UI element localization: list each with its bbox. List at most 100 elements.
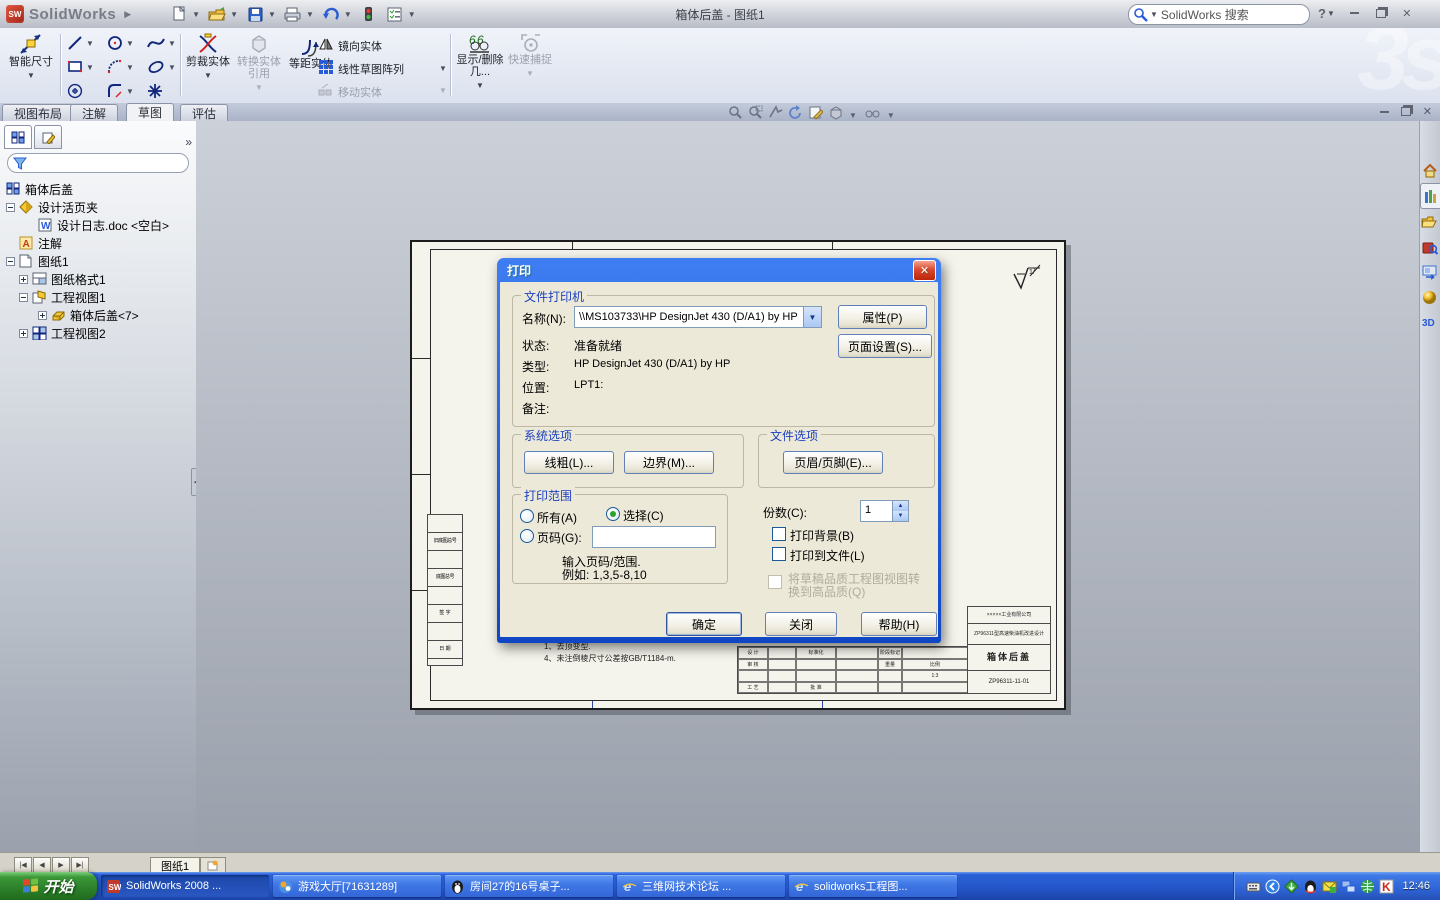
taskbar-button-forum[interactable]: e 三维网技术论坛 ... xyxy=(617,875,785,897)
smart-dimension-button[interactable]: 智能尺寸 ▼ xyxy=(6,32,56,82)
tree-item-design-binder[interactable]: 设计活页夹 xyxy=(6,198,196,216)
spin-up-icon[interactable]: ▲ xyxy=(893,501,908,511)
expand-box[interactable] xyxy=(19,274,28,284)
tree-item-sheet-format1[interactable]: 图纸格式1 xyxy=(6,270,196,288)
polygon-tool[interactable] xyxy=(66,82,84,100)
fillet-tool[interactable]: ▼ xyxy=(106,82,137,100)
prev-sheet-button[interactable]: ◀ xyxy=(33,857,51,873)
help-button[interactable]: ? xyxy=(1318,6,1326,21)
solidworks-resources-tab[interactable] xyxy=(1420,158,1439,182)
file-explorer-tab[interactable] xyxy=(1420,210,1439,234)
tree-item-design-journal[interactable]: W 设计日志.doc <空白> xyxy=(6,216,196,234)
tree-item-sheet1[interactable]: 图纸1 xyxy=(6,252,196,270)
print-dialog-titlebar[interactable]: 打印 ✕ xyxy=(500,258,938,282)
search-input[interactable]: ▼ SolidWorks 搜索 xyxy=(1128,4,1310,25)
help-dialog-button[interactable]: 帮助(H) xyxy=(861,612,937,636)
expand-box[interactable] xyxy=(19,328,28,338)
print-to-file-checkbox[interactable] xyxy=(772,547,786,561)
save-caret-icon[interactable]: ▼ xyxy=(268,10,276,19)
surface-finish-symbol[interactable]: 1/ xyxy=(1010,264,1044,294)
radio-selection[interactable] xyxy=(606,507,620,521)
taskbar-button-game-room[interactable]: 房间27的16号桌子... xyxy=(445,875,613,897)
copies-spinner[interactable]: 1 ▲ ▼ xyxy=(860,500,909,522)
collapse-box[interactable] xyxy=(6,256,15,266)
help-caret-icon[interactable]: ▼ xyxy=(1327,9,1335,18)
radio-pages-label[interactable]: 页码(G): xyxy=(537,529,582,546)
feature-tree-tab[interactable] xyxy=(4,125,32,149)
options-caret-icon[interactable]: ▼ xyxy=(408,10,416,19)
language-tray-icon[interactable] xyxy=(1265,879,1280,894)
selection-filter-toggle-icon[interactable] xyxy=(357,3,381,25)
arc-tool[interactable]: ▼ xyxy=(106,58,137,76)
print-caret-icon[interactable]: ▼ xyxy=(306,10,314,19)
mail-tray-icon[interactable] xyxy=(1322,879,1337,894)
radio-all[interactable] xyxy=(520,509,534,523)
line-weights-button[interactable]: 线粗(L)... xyxy=(524,451,614,474)
tab-annotation[interactable]: 注解 xyxy=(70,104,119,121)
margins-button[interactable]: 边界(M)... xyxy=(624,451,714,474)
linear-sketch-pattern-button[interactable]: 线性草图阵列 xyxy=(318,59,404,78)
update-tray-icon[interactable] xyxy=(1284,878,1300,894)
point-tool[interactable] xyxy=(146,82,164,100)
mirror-entities-button[interactable]: 镜向实体 xyxy=(318,36,382,55)
tab-evaluate[interactable]: 评估 xyxy=(180,104,229,121)
radio-all-label[interactable]: 所有(A) xyxy=(537,509,577,526)
spline-tool[interactable]: ▼ xyxy=(146,34,179,52)
keyboard-tray-icon[interactable] xyxy=(1246,879,1261,894)
taskbar-clock[interactable]: 12:46 xyxy=(1402,880,1430,892)
page-range-input[interactable] xyxy=(592,526,716,548)
view-palette-tab[interactable] xyxy=(1420,260,1439,284)
last-sheet-button[interactable]: ▶| xyxy=(71,857,89,873)
printer-name-combobox[interactable]: \\MS103733\HP DesignJet 430 (D/A1) by HP xyxy=(574,306,822,328)
print-to-file-label[interactable]: 打印到文件(L) xyxy=(790,547,865,564)
add-sheet-tab[interactable] xyxy=(200,857,227,873)
spin-down-icon[interactable]: ▼ xyxy=(893,511,908,521)
start-button[interactable]: 开始 xyxy=(0,872,97,900)
radio-selection-label[interactable]: 选择(C) xyxy=(623,507,664,524)
globe-tray-icon[interactable] xyxy=(1360,879,1375,894)
collapse-box[interactable] xyxy=(6,202,15,212)
next-sheet-button[interactable]: ▶ xyxy=(52,857,70,873)
header-footer-button[interactable]: 页眉/页脚(E)... xyxy=(783,451,883,474)
print-background-label[interactable]: 打印背景(B) xyxy=(790,527,854,544)
tree-item-part-ref[interactable]: 箱体后盖<7> xyxy=(6,306,196,324)
panel-expand-chevron-icon[interactable]: » xyxy=(185,135,192,149)
properties-button[interactable]: 属性(P) xyxy=(838,305,927,329)
new-caret-icon[interactable]: ▼ xyxy=(192,10,200,19)
display-style-caret-icon[interactable]: ▼ xyxy=(849,111,857,120)
options-button[interactable] xyxy=(383,3,407,25)
taskbar-button-solidworks[interactable]: SW SolidWorks 2008 ... xyxy=(101,875,269,897)
radio-pages[interactable] xyxy=(520,529,534,543)
close-dialog-button[interactable]: 关闭 xyxy=(765,612,837,636)
appearances-tab[interactable] xyxy=(1420,285,1439,309)
print-button[interactable] xyxy=(281,3,305,25)
qq-tray-icon[interactable] xyxy=(1303,879,1318,894)
tree-filter-input[interactable] xyxy=(7,153,189,173)
antivirus-tray-icon[interactable]: K xyxy=(1379,879,1394,894)
rectangle-tool[interactable]: ▼ xyxy=(66,58,97,76)
restore-button[interactable] xyxy=(1372,5,1390,21)
combo-dropdown-icon[interactable] xyxy=(803,307,821,327)
menu-expand-arrow-icon[interactable]: ▶ xyxy=(124,9,131,20)
tab-sketch[interactable]: 草图 xyxy=(126,103,175,121)
tree-root[interactable]: 箱体后盖 xyxy=(6,180,196,198)
display-delete-relations-button[interactable]: 66 显示/删除几... ▼ xyxy=(455,32,505,92)
search-tab[interactable] xyxy=(1420,235,1439,259)
display-delete-caret-icon[interactable]: ▼ xyxy=(476,80,484,92)
trim-caret-icon[interactable]: ▼ xyxy=(204,70,212,82)
taskbar-button-game-hall[interactable]: 游戏大厅[71631289] xyxy=(273,875,441,897)
property-manager-tab[interactable] xyxy=(34,125,62,149)
doc-minimize-button[interactable] xyxy=(1379,110,1389,113)
tab-view-layout[interactable]: 视图布局 xyxy=(2,104,75,121)
3d-content-central-tab[interactable]: 3D xyxy=(1420,310,1439,334)
first-sheet-button[interactable]: |◀ xyxy=(14,857,32,873)
design-library-tab[interactable] xyxy=(1420,183,1440,209)
taskbar-button-solidworks-drawing-page[interactable]: e solidworks工程图... xyxy=(789,875,957,897)
trim-entities-button[interactable]: 剪裁实体 ▼ xyxy=(185,32,231,82)
close-button[interactable] xyxy=(1398,5,1416,21)
network-tray-icon[interactable] xyxy=(1341,879,1356,894)
dialog-close-button[interactable]: ✕ xyxy=(913,259,936,281)
undo-caret-icon[interactable]: ▼ xyxy=(344,10,352,19)
doc-restore-button[interactable] xyxy=(1400,107,1411,116)
search-scope-caret-icon[interactable]: ▼ xyxy=(1150,10,1158,19)
